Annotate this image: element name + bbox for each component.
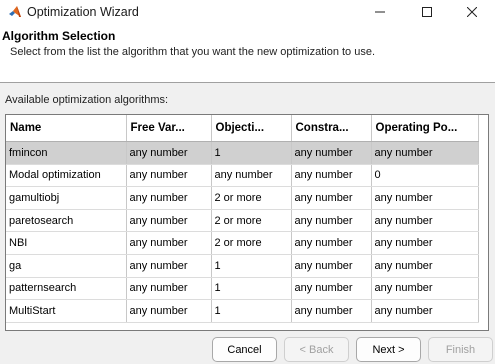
column-header-operating-points[interactable]: Operating Po... <box>371 115 479 142</box>
cell-operating-points: any number <box>371 141 479 165</box>
cell-constraints: any number <box>291 254 372 278</box>
cell-free-variables: any number <box>126 141 212 165</box>
cell-objectives: 1 <box>211 277 292 301</box>
matlab-icon <box>8 5 22 19</box>
cell-name: Modal optimization <box>6 164 127 188</box>
table-row[interactable]: patternsearch any number 1 any number an… <box>6 277 479 301</box>
cell-objectives: 1 <box>211 141 292 165</box>
cell-constraints: any number <box>291 231 372 255</box>
cell-constraints: any number <box>291 141 372 165</box>
table-row[interactable]: MultiStart any number 1 any number any n… <box>6 299 479 323</box>
cell-name: NBI <box>6 231 127 255</box>
cell-constraints: any number <box>291 277 372 301</box>
cell-name: patternsearch <box>6 277 127 301</box>
cell-operating-points: any number <box>371 209 479 233</box>
section-title: Algorithm Selection <box>2 29 116 43</box>
cell-objectives: any number <box>211 164 292 188</box>
cell-name: paretosearch <box>6 209 127 233</box>
column-header-name[interactable]: Name <box>6 115 127 142</box>
title-bar: Optimization Wizard <box>0 0 495 24</box>
cell-objectives: 2 or more <box>211 209 292 233</box>
cell-operating-points: any number <box>371 254 479 278</box>
cell-constraints: any number <box>291 164 372 188</box>
column-header-free-variables[interactable]: Free Var... <box>126 115 212 142</box>
maximize-icon <box>422 7 432 17</box>
cell-objectives: 1 <box>211 299 292 323</box>
close-icon <box>467 7 477 17</box>
cell-free-variables: any number <box>126 164 212 188</box>
cell-operating-points: any number <box>371 299 479 323</box>
cell-name: gamultiobj <box>6 186 127 210</box>
back-button[interactable]: < Back <box>284 337 349 362</box>
table-row[interactable]: fmincon any number 1 any number any numb… <box>6 141 479 165</box>
cell-operating-points: any number <box>371 277 479 301</box>
algorithm-table[interactable]: Name Free Var... Objecti... Constra... O… <box>5 114 489 331</box>
table-row[interactable]: NBI any number 2 or more any number any … <box>6 231 479 255</box>
cell-constraints: any number <box>291 209 372 233</box>
finish-button[interactable]: Finish <box>428 337 493 362</box>
cell-free-variables: any number <box>126 209 212 233</box>
cell-operating-points: any number <box>371 231 479 255</box>
column-header-objectives[interactable]: Objecti... <box>211 115 292 142</box>
cell-free-variables: any number <box>126 299 212 323</box>
cell-objectives: 2 or more <box>211 231 292 255</box>
cell-constraints: any number <box>291 299 372 323</box>
table-header-row: Name Free Var... Objecti... Constra... O… <box>6 115 479 142</box>
cell-name: fmincon <box>6 141 127 165</box>
section-description: Select from the list the algorithm that … <box>10 46 376 58</box>
cell-free-variables: any number <box>126 231 212 255</box>
algorithm-list-label: Available optimization algorithms: <box>5 94 169 106</box>
cell-objectives: 2 or more <box>211 186 292 210</box>
maximize-button[interactable] <box>404 0 450 24</box>
column-header-constraints[interactable]: Constra... <box>291 115 372 142</box>
window-title: Optimization Wizard <box>27 5 139 19</box>
cell-name: MultiStart <box>6 299 127 323</box>
cell-name: ga <box>6 254 127 278</box>
minimize-button[interactable] <box>357 0 403 24</box>
cell-objectives: 1 <box>211 254 292 278</box>
wizard-header: Algorithm Selection Select from the list… <box>0 24 495 83</box>
table-row[interactable]: gamultiobj any number 2 or more any numb… <box>6 186 479 210</box>
cell-operating-points: any number <box>371 186 479 210</box>
cell-free-variables: any number <box>126 254 212 278</box>
close-button[interactable] <box>449 0 495 24</box>
cancel-button[interactable]: Cancel <box>212 337 277 362</box>
table-row[interactable]: Modal optimization any number any number… <box>6 164 479 188</box>
table-row[interactable]: ga any number 1 any number any number <box>6 254 479 278</box>
cell-free-variables: any number <box>126 186 212 210</box>
cell-operating-points: 0 <box>371 164 479 188</box>
next-button[interactable]: Next > <box>356 337 421 362</box>
cell-constraints: any number <box>291 186 372 210</box>
minimize-icon <box>375 7 385 17</box>
table-row[interactable]: paretosearch any number 2 or more any nu… <box>6 209 479 233</box>
cell-free-variables: any number <box>126 277 212 301</box>
